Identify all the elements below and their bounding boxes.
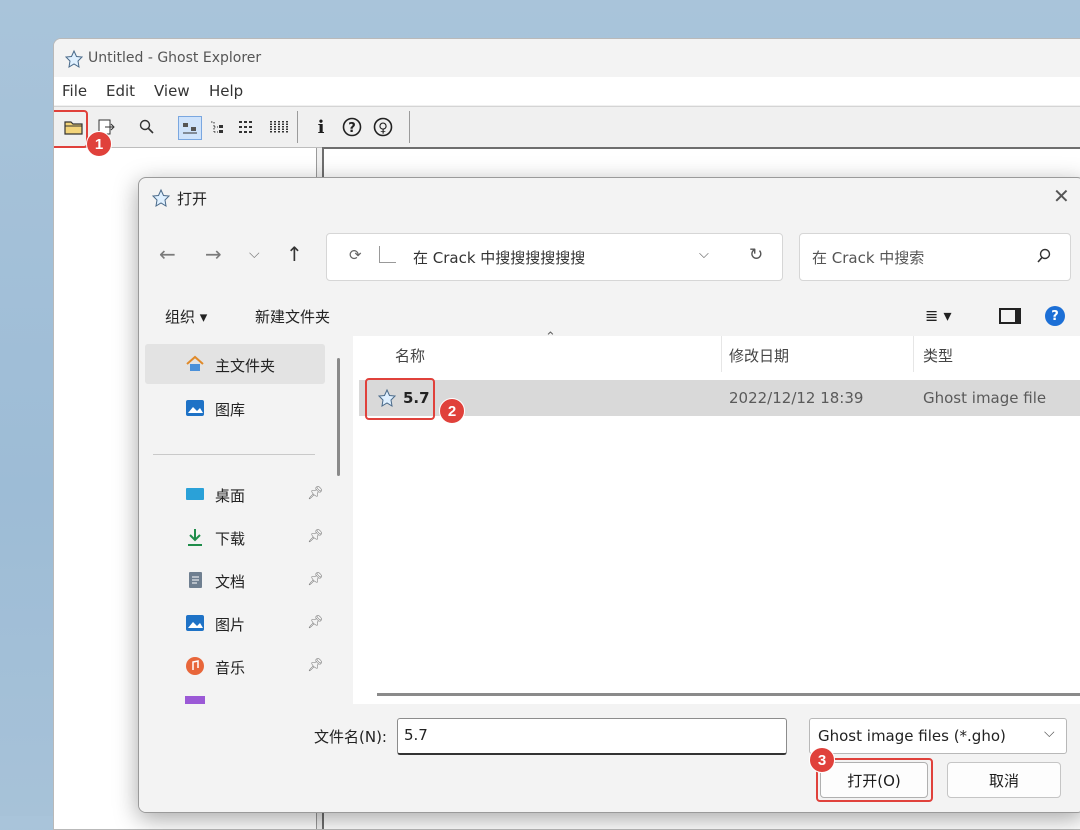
filename-value: 5.7: [404, 726, 428, 744]
callout-badge-1: 1: [86, 131, 112, 157]
list-view-icon[interactable]: [235, 116, 257, 138]
sort-up-icon: ⌃: [545, 330, 556, 345]
toolbar-separator: [297, 111, 298, 143]
dialog-app-icon: [151, 188, 171, 207]
help-icon[interactable]: ?: [1045, 306, 1065, 326]
menu-file[interactable]: File: [62, 82, 87, 100]
horizontal-scrollbar[interactable]: [377, 693, 1080, 696]
address-dropdown-icon[interactable]: ⌵: [699, 247, 709, 262]
file-list: ⌃ 名称 修改日期 类型 5.7 2022/12/12 18:39 Ghost …: [353, 330, 1080, 704]
preview-pane-icon[interactable]: [999, 308, 1021, 324]
command-bar: 组织 ▾ 新建文件夹 ≣ ▾ ?: [139, 296, 1080, 336]
forward-arrow-icon[interactable]: →: [205, 242, 222, 266]
open-file-dialog: 打开 ✕ ← → ⌵ ↑ ⟳ 在 Crack 中搜搜搜搜搜搜 ⌵ ↻ 在 Cra…: [138, 177, 1080, 813]
close-icon[interactable]: ✕: [1053, 184, 1070, 208]
pin-icon[interactable]: 📌︎: [307, 658, 324, 673]
dialog-title: 打开: [177, 190, 208, 208]
address-bar[interactable]: ⟳ 在 Crack 中搜搜搜搜搜搜 ⌵ ↻: [326, 233, 783, 281]
column-separator: [913, 336, 914, 372]
nav-label-gallery: 图库: [215, 401, 246, 419]
nav-scrollbar[interactable]: [337, 358, 340, 476]
desktop-icon: [186, 488, 204, 500]
menu-help[interactable]: Help: [209, 82, 243, 100]
gallery-icon: [186, 400, 204, 416]
refresh-small-icon: ⟳: [349, 246, 362, 264]
svg-text:♀: ♀: [378, 121, 388, 136]
folder-outline-icon: [379, 246, 396, 263]
file-type: Ghost image file: [923, 389, 1047, 407]
videos-icon-partial: [185, 696, 205, 704]
dialog-footer: 文件名(N): 5.7 Ghost image files (*.gho) ⌵ …: [139, 704, 1080, 812]
nav-item-music[interactable]: 音乐 📌︎: [145, 646, 325, 686]
context-help-icon[interactable]: ♀: [372, 116, 394, 138]
ghost-app-icon: [64, 49, 84, 68]
nav-item-downloads[interactable]: 下载 📌︎: [145, 517, 325, 557]
file-type-select[interactable]: Ghost image files (*.gho) ⌵: [809, 718, 1067, 754]
menu-edit[interactable]: Edit: [106, 82, 135, 100]
pin-icon[interactable]: 📌︎: [307, 529, 324, 544]
svg-text:?: ?: [348, 121, 356, 136]
nav-item-gallery[interactable]: 图库: [145, 388, 325, 428]
column-header-name[interactable]: 名称: [395, 345, 425, 366]
column-header-type[interactable]: 类型: [923, 345, 953, 366]
nav-label-documents: 文档: [215, 573, 246, 591]
chevron-down-icon: ⌵: [1044, 725, 1055, 741]
nav-item-pictures[interactable]: 图片 📌︎: [145, 603, 325, 643]
callout-highlight-2: [365, 378, 435, 420]
help-icon[interactable]: ?: [341, 116, 363, 138]
toolbar: i ? ♀: [54, 106, 1080, 148]
properties-icon[interactable]: i: [310, 116, 332, 138]
pin-icon[interactable]: 📌︎: [307, 615, 324, 630]
pictures-icon: [186, 615, 204, 631]
column-header-date[interactable]: 修改日期: [729, 345, 789, 366]
search-icon[interactable]: [1036, 248, 1052, 264]
menu-view[interactable]: View: [154, 82, 190, 100]
download-icon: [188, 529, 202, 546]
title-bar: Untitled - Ghost Explorer: [54, 39, 1080, 77]
address-path: 在 Crack 中搜搜搜搜搜搜: [413, 249, 586, 267]
toolbar-separator: [409, 111, 410, 143]
nav-label-home: 主文件夹: [215, 357, 276, 375]
callout-badge-3: 3: [809, 747, 835, 773]
home-icon: [186, 355, 204, 371]
nav-label-desktop: 桌面: [215, 487, 246, 505]
nav-item-desktop[interactable]: 桌面 📌︎: [145, 474, 325, 514]
up-arrow-icon[interactable]: ↑: [286, 242, 303, 266]
back-arrow-icon[interactable]: ←: [159, 242, 176, 266]
nav-label-pictures: 图片: [215, 616, 246, 634]
pin-icon[interactable]: 📌︎: [307, 486, 324, 501]
nav-item-home[interactable]: 主文件夹: [145, 344, 325, 384]
nav-label-music: 音乐: [215, 659, 246, 677]
menu-bar: File Edit View Help: [54, 77, 1080, 105]
filename-label: 文件名(N):: [314, 728, 387, 746]
organize-button[interactable]: 组织 ▾: [165, 306, 207, 327]
find-icon[interactable]: [136, 116, 158, 138]
pin-icon[interactable]: 📌︎: [307, 572, 324, 587]
filename-input[interactable]: 5.7: [397, 718, 787, 755]
callout-highlight-1: [54, 110, 88, 148]
search-box[interactable]: 在 Crack 中搜索: [799, 233, 1071, 281]
refresh-icon[interactable]: ↻: [749, 245, 763, 265]
nav-label-downloads: 下载: [215, 530, 246, 548]
recent-chevron-icon[interactable]: ⌵: [249, 246, 260, 262]
file-date: 2022/12/12 18:39: [729, 389, 864, 407]
cancel-button[interactable]: 取消: [947, 762, 1061, 798]
file-type-value: Ghost image files (*.gho): [818, 727, 1006, 745]
nav-divider: [153, 454, 315, 455]
callout-badge-2: 2: [439, 398, 465, 424]
new-folder-button[interactable]: 新建文件夹: [255, 306, 330, 327]
document-icon: [189, 572, 202, 588]
navigation-pane: 主文件夹 图库 桌面 📌︎ 下载 📌︎ 文档 📌︎ 图片 📌︎ 音乐 📌︎: [139, 336, 349, 704]
tree-view-icon[interactable]: [206, 116, 228, 138]
search-placeholder: 在 Crack 中搜索: [812, 249, 925, 267]
details-view-icon[interactable]: [268, 116, 290, 138]
music-icon: [186, 657, 204, 675]
nav-item-documents[interactable]: 文档 📌︎: [145, 560, 325, 600]
column-separator: [721, 336, 722, 372]
view-options-icon[interactable]: ≣ ▾: [925, 306, 952, 325]
large-icons-view-icon[interactable]: [178, 116, 202, 140]
window-title: Untitled - Ghost Explorer: [88, 50, 262, 66]
file-row[interactable]: 5.7 2022/12/12 18:39 Ghost image file: [359, 380, 1080, 416]
